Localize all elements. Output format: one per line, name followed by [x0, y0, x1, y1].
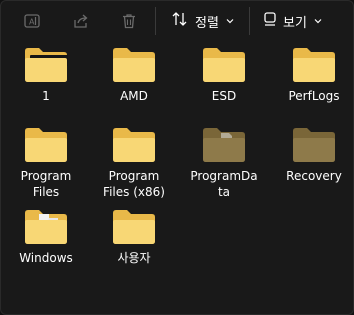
- folder-icon: [112, 209, 156, 245]
- command-bar: A 정렬 보기: [1, 1, 353, 41]
- folder-item[interactable]: 사용자: [94, 209, 174, 291]
- sort-icon: [171, 10, 189, 32]
- folder-name: AMD: [120, 89, 148, 103]
- share-icon[interactable]: [69, 9, 93, 33]
- folder-item[interactable]: PerfLogs: [274, 47, 353, 129]
- folder-item[interactable]: Recovery: [274, 127, 353, 209]
- folder-icon: [112, 47, 156, 83]
- chevron-down-icon: [226, 14, 234, 29]
- folder-icon: [292, 47, 336, 83]
- folder-name: PerfLogs: [288, 89, 340, 103]
- toolbar-separator: [155, 7, 156, 35]
- folder-name: Program Files (x86): [103, 169, 165, 199]
- folder-name: ESD: [211, 89, 237, 103]
- folder-name: 1: [42, 89, 50, 103]
- folder-icon: [292, 127, 336, 163]
- folder-name: Recovery: [286, 169, 342, 183]
- folder-item[interactable]: ProgramDa ta: [184, 127, 264, 209]
- folder-name: 사용자: [117, 251, 151, 265]
- folder-icon: [24, 47, 68, 83]
- rename-icon[interactable]: A: [20, 9, 44, 33]
- svg-text:A: A: [29, 18, 35, 27]
- folder-icon: [112, 127, 156, 163]
- view-button[interactable]: 보기: [263, 7, 322, 35]
- sort-label: 정렬: [195, 15, 219, 31]
- folder-item[interactable]: Program Files (x86): [94, 127, 174, 209]
- folder-item[interactable]: ESD: [184, 47, 264, 129]
- folder-name: Windows: [19, 251, 73, 265]
- folder-icon: [202, 127, 246, 163]
- file-explorer-window: A 정렬 보기 1 AMD ESD PerfLogs Program Files…: [0, 0, 354, 315]
- chevron-down-icon: [314, 14, 322, 29]
- folder-icon: [24, 209, 68, 245]
- folder-icon: [24, 127, 68, 163]
- folder-icon: [202, 47, 246, 83]
- folder-item[interactable]: 1: [6, 47, 86, 129]
- delete-icon[interactable]: [117, 9, 141, 33]
- folder-name: ProgramDa ta: [190, 169, 258, 199]
- folder-item[interactable]: AMD: [94, 47, 174, 129]
- view-icon: [263, 11, 277, 31]
- folder-name: Program Files: [20, 169, 72, 199]
- sort-button[interactable]: 정렬: [171, 7, 234, 35]
- view-label: 보기: [283, 15, 307, 31]
- folder-item[interactable]: Program Files: [6, 127, 86, 209]
- folder-item[interactable]: Windows: [6, 209, 86, 291]
- toolbar-separator: [249, 7, 250, 35]
